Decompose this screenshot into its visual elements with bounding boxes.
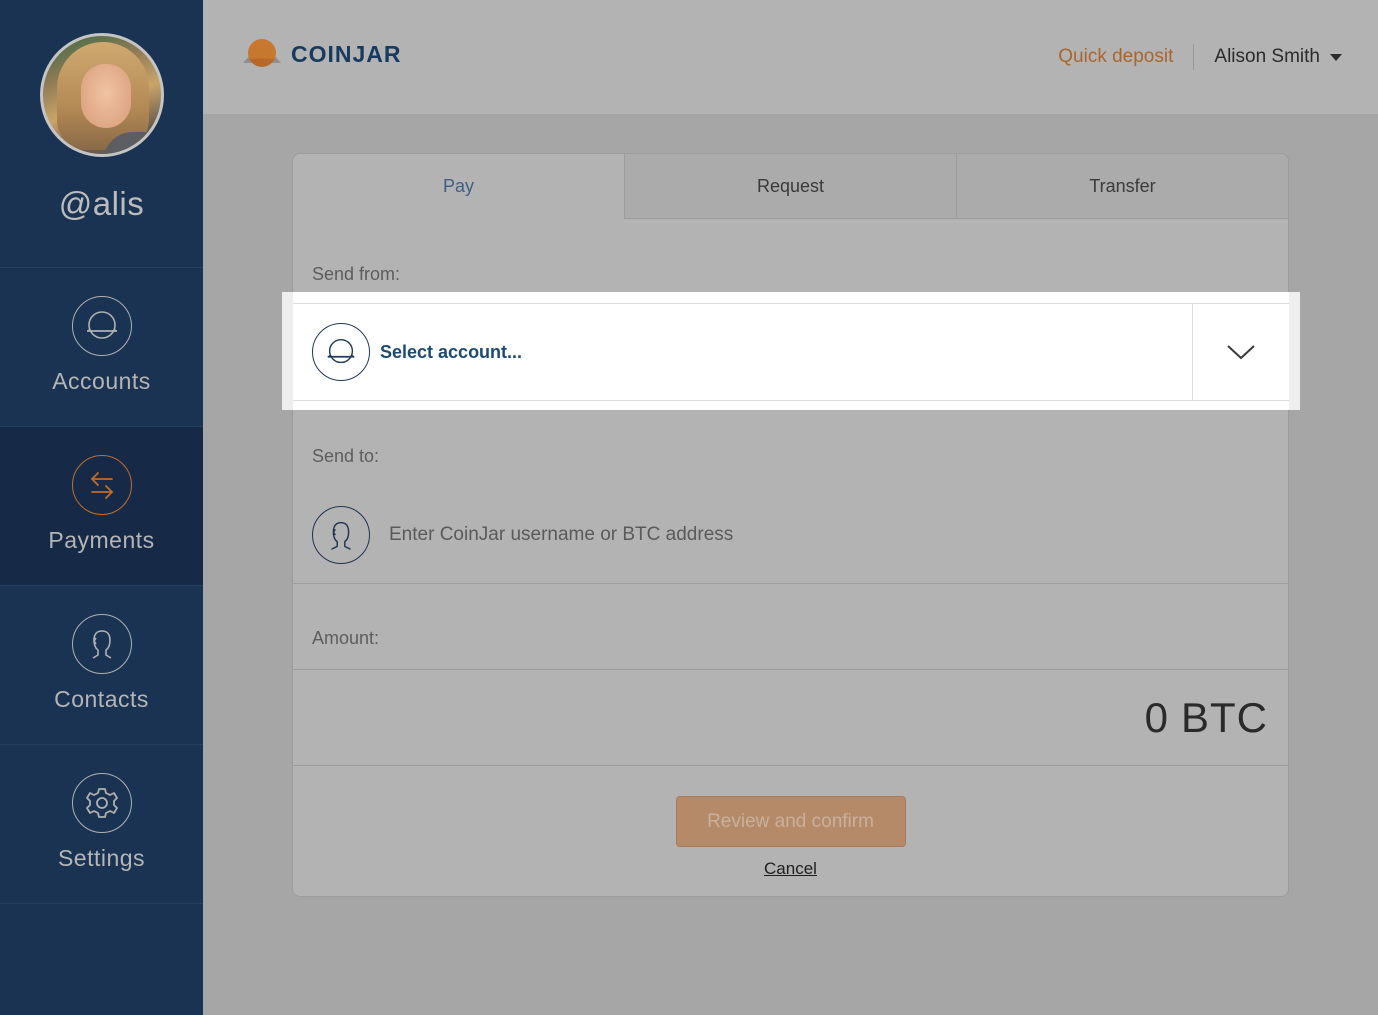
recipient-row — [293, 487, 1288, 584]
payment-card: Pay Request Transfer Send from: Send to:… — [292, 153, 1289, 897]
profile-section: @alis — [0, 0, 203, 268]
contact-icon — [312, 506, 370, 564]
sidebar-item-label: Settings — [57, 845, 146, 871]
amount-display[interactable]: 0 BTC — [1145, 694, 1268, 742]
sidebar-item-label: Contacts — [54, 686, 149, 712]
account-select[interactable]: Select account... — [293, 292, 1289, 410]
sidebar-item-settings[interactable]: Settings — [0, 745, 203, 904]
amount-label: Amount: — [312, 628, 380, 648]
amount-row[interactable]: 0 BTC — [293, 669, 1288, 766]
sidebar-item-accounts[interactable]: Accounts — [0, 268, 203, 427]
recipient-input[interactable] — [389, 524, 1089, 546]
form-actions: Review and confirm Cancel — [293, 766, 1288, 879]
cancel-link[interactable]: Cancel — [764, 859, 817, 879]
tab-transfer[interactable]: Transfer — [956, 154, 1288, 219]
tab-request[interactable]: Request — [624, 154, 956, 219]
sidebar-item-payments[interactable]: Payments — [0, 427, 203, 586]
review-and-confirm-button[interactable]: Review and confirm — [675, 796, 906, 847]
user-menu[interactable]: Alison Smith — [1214, 46, 1342, 68]
caret-down-icon — [1330, 53, 1342, 61]
account-icon — [312, 323, 370, 381]
account-dropdown-toggle[interactable] — [1192, 304, 1289, 400]
coinjar-logo-icon — [243, 38, 281, 70]
amount-value: 0 — [1144, 693, 1169, 741]
header-actions: Quick deposit Alison Smith — [1058, 44, 1342, 70]
tab-pay[interactable]: Pay — [293, 154, 624, 219]
header-divider — [1193, 44, 1195, 70]
coinjar-logo[interactable]: COINJAR — [243, 38, 402, 70]
payments-exchange-icon — [71, 455, 132, 515]
account-icon — [71, 296, 132, 356]
avatar[interactable] — [39, 33, 164, 157]
brand-name: COINJAR — [291, 40, 402, 67]
send-to-label: Send to: — [312, 446, 380, 466]
username-handle: @alis — [58, 185, 145, 222]
payment-tabs: Pay Request Transfer — [293, 154, 1288, 219]
chevron-down-icon — [1227, 345, 1255, 360]
gear-icon — [71, 773, 132, 833]
sidebar-item-label: Accounts — [52, 368, 151, 394]
sidebar-item-label: Payments — [48, 527, 155, 553]
quick-deposit-link[interactable]: Quick deposit — [1058, 46, 1173, 68]
amount-currency: BTC — [1181, 693, 1268, 741]
sidebar-item-contacts[interactable]: Contacts — [0, 586, 203, 745]
select-account-label[interactable]: Select account... — [380, 342, 1192, 363]
top-header: COINJAR Quick deposit Alison Smith — [203, 0, 1378, 114]
sidebar: @alis Accounts Payments Contacts Setting… — [0, 0, 203, 1015]
user-name: Alison Smith — [1214, 46, 1320, 67]
contact-icon — [71, 614, 132, 674]
